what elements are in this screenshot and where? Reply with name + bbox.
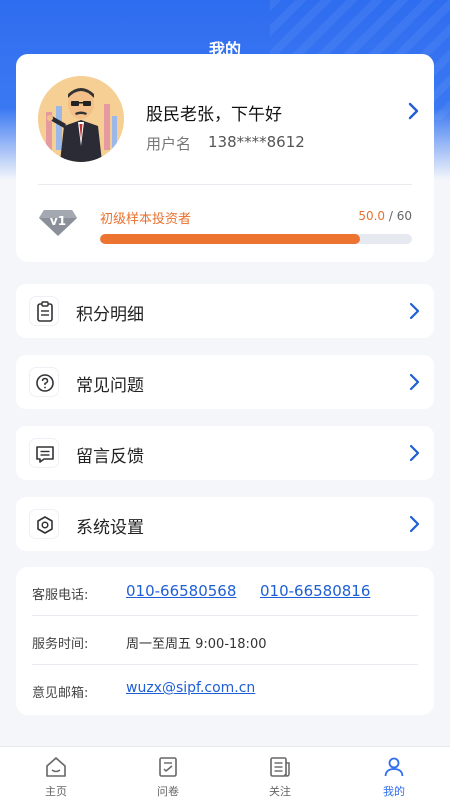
email-label: 意见邮箱:	[32, 686, 89, 701]
level-score-separator: /	[385, 209, 397, 223]
menu-item-label: 常见问题	[76, 376, 144, 396]
bottom-tab-bar: 主页 问卷 关注 我的	[0, 746, 450, 800]
home-icon	[46, 757, 66, 777]
level-name: 初级样本投资者	[100, 212, 192, 227]
tab-label: 问卷	[157, 785, 179, 798]
contact-email-row: 意见邮箱: wuzx@sipf.com.cn	[32, 665, 418, 714]
tab-mine[interactable]: 我的	[338, 747, 450, 800]
chevron-right-icon	[409, 302, 420, 320]
phone-link-1[interactable]: 010-66580568	[126, 582, 236, 600]
level-score-current: 50.0	[358, 209, 386, 223]
hours-value: 周一至周五 9:00-18:00	[126, 637, 267, 652]
divider	[38, 184, 412, 185]
level-progress-bar	[100, 234, 412, 244]
chevron-right-icon	[409, 373, 420, 391]
email-link[interactable]: wuzx@sipf.com.cn	[126, 680, 255, 696]
menu-item-label: 积分明细	[76, 305, 144, 325]
profile-greeting: 股民老张，下午好	[146, 105, 282, 125]
menu-item-label: 留言反馈	[76, 447, 144, 467]
menu-item-feedback[interactable]: 留言反馈	[16, 426, 434, 480]
tab-label: 我的	[383, 785, 405, 798]
username-value: 138****8612	[208, 133, 305, 151]
menu-item-label: 系统设置	[76, 518, 144, 538]
contact-hours-row: 服务时间: 周一至周五 9:00-18:00	[32, 616, 418, 665]
tab-survey[interactable]: 问卷	[112, 747, 224, 800]
phone-label: 客服电话:	[32, 588, 89, 603]
avatar[interactable]	[38, 76, 124, 162]
chevron-right-icon	[409, 444, 420, 462]
contact-phone-row: 客服电话: 010-66580568 010-66580816	[32, 567, 418, 616]
level-score: 50.0 / 60	[358, 209, 412, 223]
tab-label: 关注	[269, 785, 291, 798]
user-icon	[384, 757, 404, 777]
menu-item-points[interactable]: 积分明细	[16, 284, 434, 338]
profile-card[interactable]: 股民老张，下午好 用户名 138****8612 v1 初级样本投资者 50.0…	[16, 54, 434, 262]
settings-icon	[29, 509, 59, 539]
contact-card: 客服电话: 010-66580568 010-66580816 服务时间: 周一…	[16, 567, 434, 715]
username-label: 用户名	[146, 135, 192, 153]
level-badge-icon: v1	[38, 206, 78, 238]
menu-item-faq[interactable]: 常见问题	[16, 355, 434, 409]
points-list-icon	[29, 296, 59, 326]
chevron-right-icon	[409, 515, 420, 533]
survey-icon	[159, 757, 177, 777]
menu-item-settings[interactable]: 系统设置	[16, 497, 434, 551]
message-icon	[29, 438, 59, 468]
tab-home[interactable]: 主页	[0, 747, 112, 800]
level-progress-fill	[100, 234, 360, 244]
hours-label: 服务时间:	[32, 637, 89, 652]
level-badge-text: v1	[50, 214, 66, 228]
question-icon	[29, 367, 59, 397]
news-icon	[270, 757, 290, 777]
level-score-max: 60	[396, 209, 412, 223]
phone-link-2[interactable]: 010-66580816	[260, 582, 370, 600]
tab-follow[interactable]: 关注	[224, 747, 336, 800]
tab-label: 主页	[45, 785, 67, 798]
chevron-right-icon[interactable]	[406, 102, 420, 120]
